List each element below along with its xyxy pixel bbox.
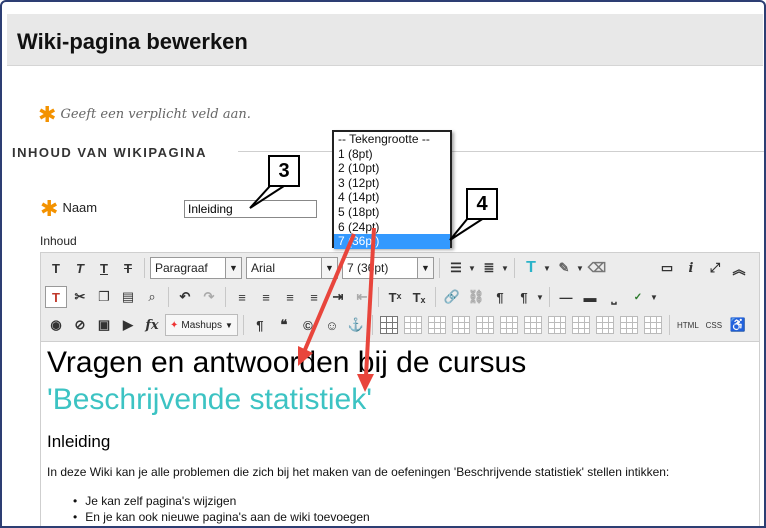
- callout-3: 3: [268, 155, 300, 187]
- callout-4: 4: [466, 188, 498, 220]
- red-arrow-2: [364, 227, 376, 377]
- annotation-overlay: [249, 185, 488, 392]
- callout-3-pointer: [249, 185, 288, 209]
- red-arrow-1: [302, 233, 356, 353]
- window-frame: Wiki-pagina bewerken ✱ Geeft een verplich…: [0, 0, 766, 528]
- callout-4-pointer: [449, 217, 488, 241]
- red-arrow-2-head: [357, 374, 374, 392]
